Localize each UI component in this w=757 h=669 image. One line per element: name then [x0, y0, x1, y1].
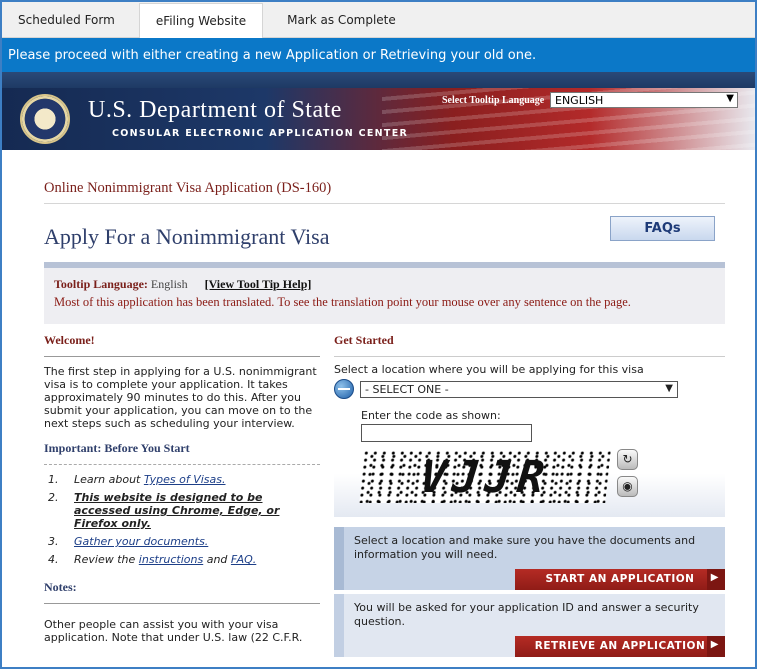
instructions-link[interactable]: instructions — [139, 553, 203, 566]
location-row: - SELECT ONE - ▼ — [334, 379, 725, 399]
notes-text: Other people can assist you with your vi… — [44, 618, 303, 644]
start-button-row: START AN APPLICATION ▶ — [354, 568, 725, 590]
location-select-value: - SELECT ONE - — [365, 382, 449, 396]
retrieve-application-panel: You will be asked for your application I… — [334, 593, 725, 657]
captcha-area: VJJR ↻ ◉ — [334, 444, 725, 517]
steps-list: 1. Learn about Types of Visas. 2. This w… — [44, 465, 320, 577]
step-text: Review the — [74, 553, 139, 566]
tooltip-language-current: English — [150, 277, 188, 291]
translation-message: Most of this application has been transl… — [54, 295, 631, 309]
gather-documents-link[interactable]: Gather your documents. — [74, 535, 208, 548]
captcha-image: VJJR — [359, 450, 611, 503]
globe-icon — [334, 379, 354, 399]
department-title: U.S. Department of State — [88, 97, 342, 123]
retrieve-application-label: RETRIEVE AN APPLICATION — [534, 640, 706, 652]
start-application-label: START AN APPLICATION — [545, 573, 695, 585]
faq-link[interactable]: FAQ. — [231, 553, 256, 566]
arrow-right-icon: ▶ — [710, 571, 719, 583]
retrieve-button-row: RETRIEVE AN APPLICATION ▶ — [354, 635, 725, 657]
types-of-visas-link[interactable]: Types of Visas. — [144, 473, 226, 486]
tooltip-language-select[interactable]: ENGLISH ▼ — [550, 92, 738, 108]
refresh-icon[interactable]: ↻ — [617, 448, 638, 470]
step-text: Learn about — [74, 473, 144, 486]
two-column-body: Welcome! The first step in applying for … — [44, 324, 725, 664]
browser-frame: Scheduled Form eFiling Website Mark as C… — [0, 0, 757, 669]
tab-bar: Scheduled Form eFiling Website Mark as C… — [2, 2, 755, 38]
header-stripe — [2, 72, 755, 88]
chevron-down-icon: ▼ — [726, 93, 734, 104]
notes-heading: Notes: — [44, 577, 320, 604]
tab-scheduled-form[interactable]: Scheduled Form — [8, 2, 125, 37]
step-text: and — [203, 553, 231, 566]
list-item: 1. Learn about Types of Visas. — [44, 473, 320, 486]
important-heading: Important: Before You Start — [44, 438, 320, 465]
left-column: Welcome! The first step in applying for … — [44, 324, 320, 652]
view-tooltip-help-link[interactable]: [View Tool Tip Help] — [205, 277, 312, 291]
start-application-panel: Select a location and make sure you have… — [334, 526, 725, 590]
tooltip-language-value: ENGLISH — [555, 93, 604, 107]
start-application-text: Select a location and make sure you have… — [354, 533, 696, 561]
welcome-heading: Welcome! — [44, 330, 320, 357]
list-item: 3. Gather your documents. — [44, 535, 320, 548]
info-banner: Please proceed with either creating a ne… — [2, 38, 755, 72]
start-application-button[interactable]: START AN APPLICATION ▶ — [515, 568, 725, 590]
main-content: Online Nonimmigrant Visa Application (DS… — [44, 172, 725, 664]
page-title: Apply For a Nonimmigrant Visa — [44, 224, 330, 249]
step-number: 3. — [48, 535, 59, 548]
tooltip-info-box: Tooltip Language: English [View Tool Tip… — [44, 262, 725, 324]
retrieve-application-text: You will be asked for your application I… — [354, 600, 699, 628]
step-number: 4. — [48, 553, 59, 566]
form-title: Online Nonimmigrant Visa Application (DS… — [44, 172, 725, 204]
tab-efiling-website[interactable]: eFiling Website — [138, 3, 264, 38]
site-header: U.S. Department of State CONSULAR ELECTR… — [2, 88, 755, 150]
list-item: 2. This website is designed to be access… — [44, 491, 320, 530]
step-number: 2. — [48, 491, 59, 504]
tooltip-language-line: Tooltip Language: English [View Tool Tip… — [54, 277, 715, 292]
right-column: Get Started Select a location where you … — [334, 324, 725, 657]
captcha-label: Enter the code as shown: — [361, 409, 501, 422]
tooltip-language-heading: Tooltip Language: — [54, 277, 148, 291]
location-select[interactable]: - SELECT ONE - ▼ — [360, 380, 678, 398]
department-subtitle: CONSULAR ELECTRONIC APPLICATION CENTER — [112, 128, 409, 139]
browser-notice: This website is designed to be accessed … — [74, 491, 280, 530]
title-row: Apply For a Nonimmigrant Visa FAQs — [44, 204, 725, 262]
audio-icon[interactable]: ◉ — [617, 475, 638, 497]
welcome-text: The first step in applying for a U.S. no… — [44, 365, 317, 430]
state-seal-icon — [20, 94, 70, 144]
step-number: 1. — [48, 473, 59, 486]
get-started-heading: Get Started — [334, 330, 725, 357]
retrieve-application-button[interactable]: RETRIEVE AN APPLICATION ▶ — [515, 635, 725, 657]
list-item: 4. Review the instructions and FAQ. — [44, 553, 320, 566]
captcha-input[interactable] — [361, 423, 532, 442]
tab-mark-as-complete[interactable]: Mark as Complete — [277, 2, 406, 37]
chevron-down-icon: ▼ — [665, 382, 673, 394]
arrow-right-icon: ▶ — [710, 638, 719, 650]
location-label: Select a location where you will be appl… — [334, 363, 644, 376]
tooltip-language-label: Select Tooltip Language — [442, 95, 545, 106]
faqs-button[interactable]: FAQs — [610, 216, 715, 241]
